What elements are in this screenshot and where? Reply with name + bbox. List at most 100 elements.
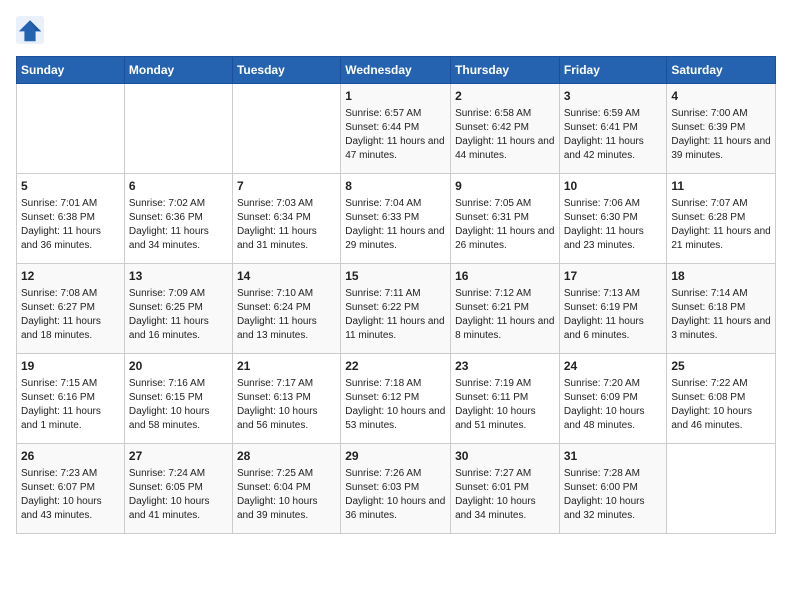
calendar-cell: 29 Sunrise: 7:26 AMSunset: 6:03 PMDayligh… [341,444,451,534]
day-number: 31 [564,448,663,465]
calendar-cell: 2 Sunrise: 6:58 AMSunset: 6:42 PMDaylight… [451,84,560,174]
day-info: Sunrise: 7:09 AMSunset: 6:25 PMDaylight:… [129,287,228,343]
calendar-cell: 13 Sunrise: 7:09 AMSunset: 6:25 PMDayligh… [124,264,232,354]
day-info: Sunrise: 7:18 AMSunset: 6:12 PMDaylight:… [345,377,446,433]
weekday-header: Monday [124,57,232,84]
calendar-cell: 26 Sunrise: 7:23 AMSunset: 6:07 PMDayligh… [17,444,125,534]
weekday-header: Sunday [17,57,125,84]
day-info: Sunrise: 7:28 AMSunset: 6:00 PMDaylight:… [564,467,663,523]
day-info: Sunrise: 7:25 AMSunset: 6:04 PMDaylight:… [237,467,336,523]
day-number: 7 [237,178,336,195]
day-number: 9 [455,178,555,195]
calendar-cell [124,84,232,174]
calendar-cell: 19 Sunrise: 7:15 AMSunset: 6:16 PMDayligh… [17,354,125,444]
day-number: 14 [237,268,336,285]
calendar-cell: 20 Sunrise: 7:16 AMSunset: 6:15 PMDayligh… [124,354,232,444]
day-info: Sunrise: 7:02 AMSunset: 6:36 PMDaylight:… [129,197,228,253]
day-info: Sunrise: 7:19 AMSunset: 6:11 PMDaylight:… [455,377,555,433]
day-number: 5 [21,178,120,195]
weekday-header: Saturday [667,57,776,84]
day-number: 28 [237,448,336,465]
calendar-cell: 1Sunrise: 6:57 AMSunset: 6:44 PMDaylight… [341,84,451,174]
day-number: 22 [345,358,446,375]
weekday-header: Wednesday [341,57,451,84]
weekday-header: Thursday [451,57,560,84]
day-number: 1 [345,88,446,105]
day-number: 2 [455,88,555,105]
calendar-cell: 18Sunrise: 7:14 AMSunset: 6:18 PMDayligh… [667,264,776,354]
day-info: Sunrise: 7:12 AMSunset: 6:21 PMDaylight:… [455,287,555,343]
calendar-cell: 7 Sunrise: 7:03 AMSunset: 6:34 PMDaylight… [232,174,340,264]
day-number: 11 [671,178,771,195]
day-info: Sunrise: 7:06 AMSunset: 6:30 PMDaylight:… [564,197,663,253]
day-number: 8 [345,178,446,195]
day-number: 6 [129,178,228,195]
day-info: Sunrise: 6:58 AMSunset: 6:42 PMDaylight:… [455,107,555,163]
day-info: Sunrise: 7:08 AMSunset: 6:27 PMDaylight:… [21,287,120,343]
day-number: 10 [564,178,663,195]
calendar-cell: 17 Sunrise: 7:13 AMSunset: 6:19 PMDayligh… [559,264,667,354]
calendar-cell: 12 Sunrise: 7:08 AMSunset: 6:27 PMDayligh… [17,264,125,354]
day-info: Sunrise: 7:24 AMSunset: 6:05 PMDaylight:… [129,467,228,523]
day-info: Sunrise: 7:01 AMSunset: 6:38 PMDaylight:… [21,197,120,253]
day-number: 25 [671,358,771,375]
calendar-cell: 22 Sunrise: 7:18 AMSunset: 6:12 PMDayligh… [341,354,451,444]
day-number: 12 [21,268,120,285]
logo [16,16,48,44]
day-number: 4 [671,88,771,105]
calendar-cell: 27 Sunrise: 7:24 AMSunset: 6:05 PMDayligh… [124,444,232,534]
calendar-cell: 31 Sunrise: 7:28 AMSunset: 6:00 PMDayligh… [559,444,667,534]
day-info: Sunrise: 7:00 AMSunset: 6:39 PMDaylight:… [671,107,771,163]
day-number: 19 [21,358,120,375]
day-number: 21 [237,358,336,375]
day-number: 30 [455,448,555,465]
day-info: Sunrise: 7:26 AMSunset: 6:03 PMDaylight:… [345,467,446,523]
day-number: 17 [564,268,663,285]
day-info: Sunrise: 7:27 AMSunset: 6:01 PMDaylight:… [455,467,555,523]
calendar-cell [232,84,340,174]
day-info: Sunrise: 7:04 AMSunset: 6:33 PMDaylight:… [345,197,446,253]
calendar-cell: 3 Sunrise: 6:59 AMSunset: 6:41 PMDaylight… [559,84,667,174]
day-info: Sunrise: 7:05 AMSunset: 6:31 PMDaylight:… [455,197,555,253]
calendar-cell: 30 Sunrise: 7:27 AMSunset: 6:01 PMDayligh… [451,444,560,534]
day-info: Sunrise: 7:07 AMSunset: 6:28 PMDaylight:… [671,197,771,253]
calendar-cell: 24 Sunrise: 7:20 AMSunset: 6:09 PMDayligh… [559,354,667,444]
day-info: Sunrise: 6:59 AMSunset: 6:41 PMDaylight:… [564,107,663,163]
day-info: Sunrise: 7:03 AMSunset: 6:34 PMDaylight:… [237,197,336,253]
day-info: Sunrise: 7:22 AMSunset: 6:08 PMDaylight:… [671,377,771,433]
day-info: Sunrise: 7:15 AMSunset: 6:16 PMDaylight:… [21,377,120,433]
day-number: 20 [129,358,228,375]
calendar-cell: 9 Sunrise: 7:05 AMSunset: 6:31 PMDaylight… [451,174,560,264]
weekday-header: Tuesday [232,57,340,84]
day-number: 18 [671,268,771,285]
day-info: Sunrise: 7:10 AMSunset: 6:24 PMDaylight:… [237,287,336,343]
day-info: Sunrise: 7:20 AMSunset: 6:09 PMDaylight:… [564,377,663,433]
day-number: 3 [564,88,663,105]
day-number: 26 [21,448,120,465]
calendar-cell: 10 Sunrise: 7:06 AMSunset: 6:30 PMDayligh… [559,174,667,264]
day-info: Sunrise: 7:13 AMSunset: 6:19 PMDaylight:… [564,287,663,343]
calendar-table: SundayMondayTuesdayWednesdayThursdayFrid… [16,56,776,534]
calendar-cell: 25 Sunrise: 7:22 AMSunset: 6:08 PMDayligh… [667,354,776,444]
calendar-cell [667,444,776,534]
weekday-header: Friday [559,57,667,84]
day-number: 29 [345,448,446,465]
calendar-cell: 8 Sunrise: 7:04 AMSunset: 6:33 PMDaylight… [341,174,451,264]
day-number: 23 [455,358,555,375]
day-info: Sunrise: 7:11 AMSunset: 6:22 PMDaylight:… [345,287,446,343]
logo-icon [16,16,44,44]
calendar-cell: 6 Sunrise: 7:02 AMSunset: 6:36 PMDaylight… [124,174,232,264]
day-info: Sunrise: 7:23 AMSunset: 6:07 PMDaylight:… [21,467,120,523]
day-info: Sunrise: 7:16 AMSunset: 6:15 PMDaylight:… [129,377,228,433]
calendar-cell: 4 Sunrise: 7:00 AMSunset: 6:39 PMDaylight… [667,84,776,174]
calendar-cell: 5 Sunrise: 7:01 AMSunset: 6:38 PMDaylight… [17,174,125,264]
page-header [16,16,776,44]
calendar-cell: 16Sunrise: 7:12 AMSunset: 6:21 PMDayligh… [451,264,560,354]
calendar-cell: 28 Sunrise: 7:25 AMSunset: 6:04 PMDayligh… [232,444,340,534]
calendar-cell: 23 Sunrise: 7:19 AMSunset: 6:11 PMDayligh… [451,354,560,444]
day-number: 15 [345,268,446,285]
calendar-cell: 14 Sunrise: 7:10 AMSunset: 6:24 PMDayligh… [232,264,340,354]
day-number: 27 [129,448,228,465]
day-number: 24 [564,358,663,375]
day-number: 13 [129,268,228,285]
